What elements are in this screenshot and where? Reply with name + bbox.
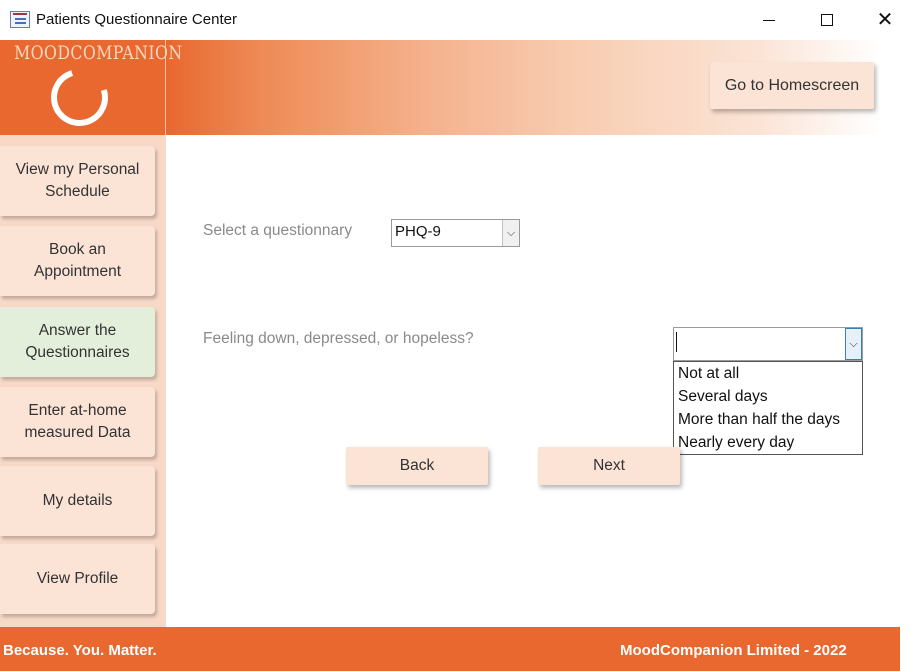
questionnaire-label: Select a questionnary [203, 222, 353, 239]
text-caret [676, 332, 677, 352]
questionnaire-select-value: PHQ-9 [395, 223, 441, 240]
sidebar-item-at-home-data[interactable]: Enter at-home measured Data [0, 387, 155, 457]
dropdown-option-not-at-all[interactable]: Not at all [674, 362, 862, 385]
sidebar-item-my-details[interactable]: My details [0, 466, 155, 536]
questionnaire-select[interactable]: PHQ-9 ⌵ [391, 219, 520, 247]
title-bar: Patients Questionnaire Center ✕ [0, 0, 914, 40]
sidebar-item-book-appointment[interactable]: Book an Appointment [0, 226, 155, 296]
sidebar-item-personal-schedule[interactable]: View my Personal Schedule [0, 146, 155, 216]
sidebar-item-answer-questionnaires[interactable]: Answer the Questionnaires [0, 307, 155, 377]
answer-dropdown-list: Not at all Several days More than half t… [673, 361, 863, 455]
next-button[interactable]: Next [538, 447, 680, 485]
question-text: Feeling down, depressed, or hopeless? [203, 330, 474, 347]
footer: Because. You. Matter. MoodCompanion Limi… [0, 627, 900, 671]
dropdown-option-several-days[interactable]: Several days [674, 385, 862, 408]
chevron-down-icon[interactable]: ⌵ [502, 220, 519, 246]
back-button[interactable]: Back [346, 447, 488, 485]
answer-select[interactable]: ⌵ [673, 327, 863, 361]
window-title: Patients Questionnaire Center [36, 11, 237, 28]
dropdown-option-nearly-every-day[interactable]: Nearly every day [674, 431, 862, 454]
form-app-icon [10, 11, 30, 28]
dropdown-option-more-than-half[interactable]: More than half the days [674, 408, 862, 431]
logo-ring-icon [40, 58, 119, 137]
logo: MOODCOMPANION [0, 40, 183, 137]
close-icon[interactable]: ✕ [862, 6, 908, 34]
minimize-icon[interactable] [746, 6, 792, 34]
maximize-icon[interactable] [804, 6, 850, 34]
sidebar: View my Personal Schedule Book an Appoin… [0, 135, 166, 627]
go-to-homescreen-button[interactable]: Go to Homescreen [710, 62, 874, 109]
sidebar-item-view-profile[interactable]: View Profile [0, 544, 155, 614]
chevron-down-icon[interactable]: ⌵ [845, 328, 862, 360]
footer-company: MoodCompanion Limited - 2022 [620, 642, 847, 659]
footer-tagline: Because. You. Matter. [3, 642, 157, 659]
logo-text: MOODCOMPANION [14, 42, 183, 64]
